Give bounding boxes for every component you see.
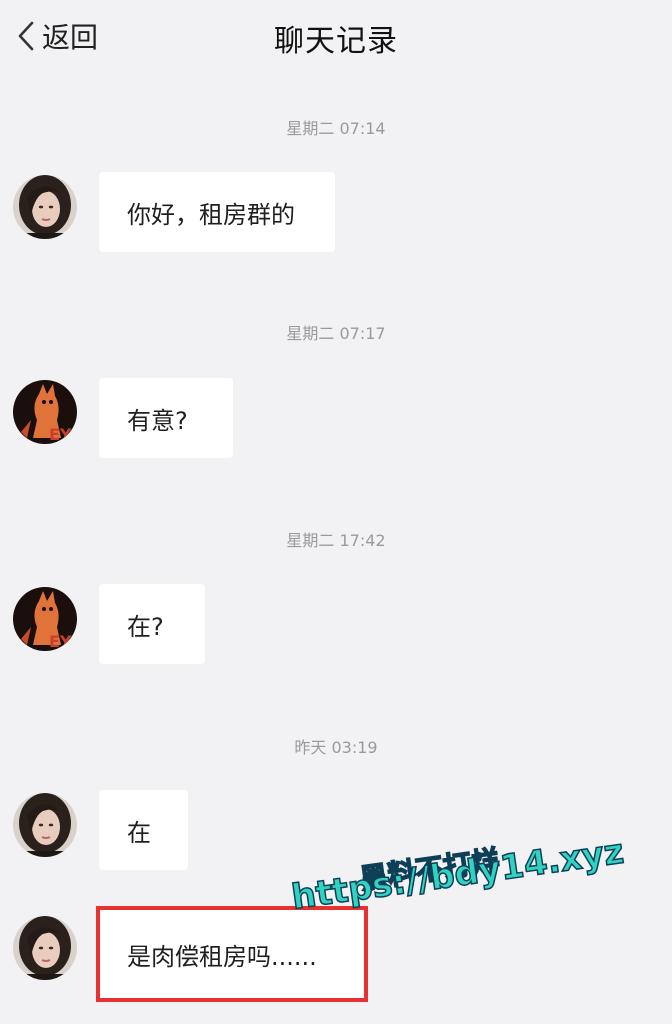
woman-avatar[interactable] [13, 175, 77, 239]
woman-avatar[interactable] [13, 793, 77, 857]
woman-avatar[interactable] [13, 916, 77, 980]
nav-header: 返回 聊天记录 [0, 0, 672, 72]
svg-text:EY: EY [49, 632, 72, 651]
message-timestamp: 昨天 03:19 [294, 738, 378, 757]
message-timestamp: 星期二 07:17 [286, 324, 386, 343]
highlight-box [96, 906, 368, 1002]
page-title: 聊天记录 [274, 24, 398, 59]
message-bubble[interactable]: 你好，租房群的 [99, 172, 335, 252]
message-bubble[interactable]: 在 [99, 790, 188, 870]
svg-text:EY: EY [49, 425, 72, 444]
message-timestamp: 星期二 07:14 [286, 119, 386, 138]
message-bubble[interactable]: 在? [99, 584, 205, 664]
fox-avatar[interactable]: EY [13, 380, 77, 444]
message-bubble[interactable]: 有意? [99, 378, 233, 458]
fox-avatar[interactable]: EY [13, 587, 77, 651]
message-timestamp: 星期二 17:42 [286, 531, 386, 550]
